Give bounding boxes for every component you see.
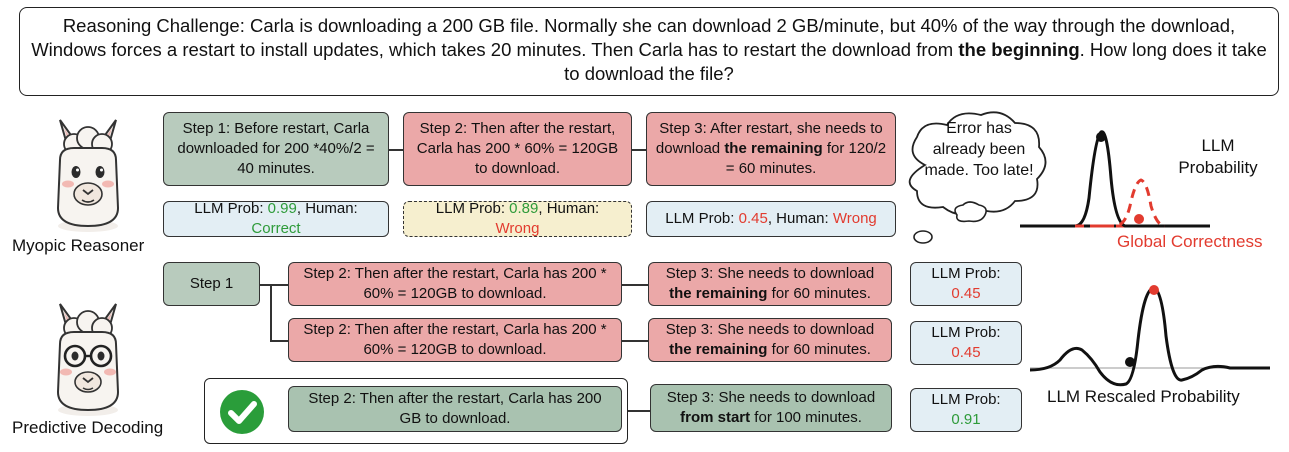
checkmark-icon (220, 390, 264, 434)
connector (270, 284, 272, 341)
predictive-step-1: Step 1 (163, 262, 260, 306)
llama-myopic-icon (56, 119, 120, 232)
predictive-prob-b: LLM Prob: 0.45 (910, 321, 1022, 365)
myopic-prob-3: LLM Prob: 0.45, Human: Wrong (646, 201, 896, 237)
connector (632, 149, 646, 151)
predictive-step-2-b: Step 2: Then after the restart, Carla ha… (288, 318, 622, 362)
myopic-step-1: Step 1: Before restart, Carla downloaded… (163, 112, 389, 186)
predictive-prob-a: LLM Prob: 0.45 (910, 262, 1022, 306)
predictive-step-3-c: Step 3: She needs to download from start… (650, 384, 892, 432)
connector (389, 149, 403, 151)
connector (622, 284, 648, 286)
myopic-reasoner-label: Myopic Reasoner (12, 236, 145, 255)
question-bold: the beginning (958, 39, 1080, 60)
myopic-step-3: Step 3: After restart, she needs to down… (646, 112, 896, 186)
myopic-step-2: Step 2: Then after the restart, Carla ha… (403, 112, 632, 186)
llm-probability-label: LLM Probability (1178, 136, 1258, 177)
llm-rescaled-probability-plot (1030, 285, 1270, 387)
predictive-step-2-a: Step 2: Then after the restart, Carla ha… (288, 262, 622, 306)
connector (628, 410, 650, 412)
predictive-step-3-b: Step 3: She needs to download the remain… (648, 318, 892, 362)
myopic-prob-2: LLM Prob: 0.89, Human: Wrong (403, 200, 632, 237)
connector (270, 340, 288, 342)
predictive-decoding-label: Predictive Decoding (12, 418, 164, 437)
connector (260, 284, 288, 286)
connector (622, 340, 648, 342)
myopic-prob-1: LLM Prob: 0.99, Human: Correct (163, 200, 389, 237)
predictive-prob-c: LLM Prob: 0.91 (910, 388, 1022, 432)
predictive-step-3-a: Step 3: She needs to download the remain… (648, 262, 892, 306)
predictive-step-2-c: Step 2: Then after the restart, Carla ha… (288, 386, 622, 432)
llm-rescaled-probability-label: LLM Rescaled Probability (1047, 387, 1240, 406)
global-correctness-label: Global Correctness (1117, 232, 1263, 251)
question-box: Reasoning Challenge: Carla is downloadin… (19, 7, 1279, 96)
llama-predictive-icon (56, 303, 120, 416)
